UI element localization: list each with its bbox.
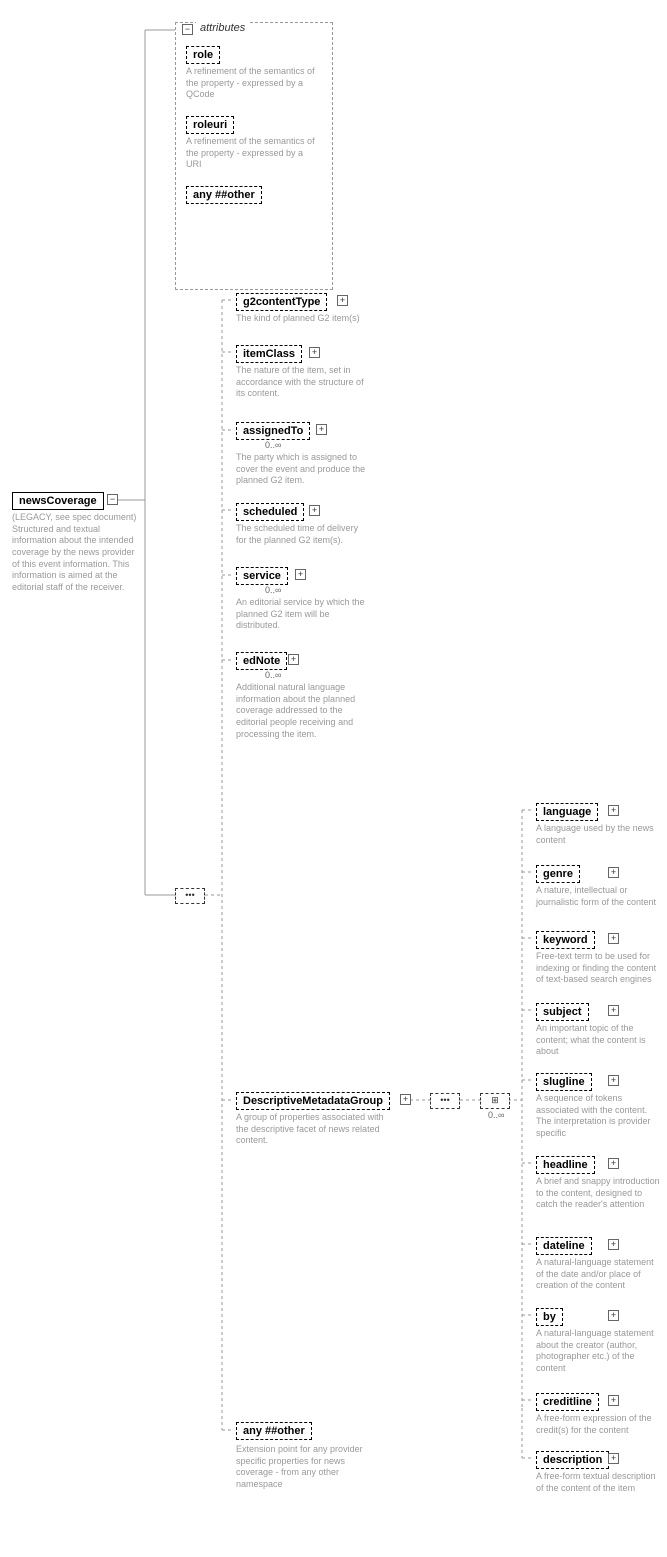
node-creditline[interactable]: creditline xyxy=(536,1393,599,1411)
desc: An important topic of the content; what … xyxy=(536,1023,661,1058)
expand-icon[interactable]: + xyxy=(608,1239,619,1250)
collapse-icon[interactable]: − xyxy=(182,24,193,35)
desc: Free-text term to be used for indexing o… xyxy=(536,951,661,986)
desc: Additional natural language information … xyxy=(236,682,366,740)
label: DescriptiveMetadataGroup xyxy=(243,1095,383,1107)
node-ednote[interactable]: edNote xyxy=(236,652,287,670)
desc: A natural-language statement about the c… xyxy=(536,1328,661,1375)
desc: The nature of the item, set in accordanc… xyxy=(236,365,366,400)
expand-icon[interactable]: + xyxy=(608,1158,619,1169)
cardinality: 0..∞ xyxy=(265,585,281,595)
expand-icon[interactable]: + xyxy=(608,933,619,944)
node-anyother[interactable]: any ##other xyxy=(236,1422,312,1440)
node-description[interactable]: description xyxy=(536,1451,609,1469)
sequence-connector: ••• xyxy=(175,888,205,904)
node-service[interactable]: service xyxy=(236,567,288,585)
cardinality: 0..∞ xyxy=(488,1110,504,1120)
expand-icon[interactable]: + xyxy=(295,569,306,580)
attributes-label: attributes xyxy=(196,22,249,34)
desc-newscoverage: (LEGACY, see spec document) Structured a… xyxy=(12,512,137,594)
label: roleuri xyxy=(193,119,227,131)
expand-icon[interactable]: + xyxy=(288,654,299,665)
attr-anyother[interactable]: any ##other xyxy=(186,186,262,204)
expand-icon[interactable]: + xyxy=(608,1310,619,1321)
desc: The scheduled time of delivery for the p… xyxy=(236,523,366,546)
expand-icon[interactable]: + xyxy=(608,1453,619,1464)
label: any ##other xyxy=(193,189,255,201)
expand-icon[interactable]: + xyxy=(608,1395,619,1406)
expand-icon[interactable]: + xyxy=(316,424,327,435)
node-dmg[interactable]: DescriptiveMetadataGroup xyxy=(236,1092,390,1110)
desc: A nature, intellectual or journalistic f… xyxy=(536,885,661,908)
node-language[interactable]: language xyxy=(536,803,598,821)
attr-roleuri[interactable]: roleuri xyxy=(186,116,234,134)
label: any ##other xyxy=(243,1425,305,1437)
node-slugline[interactable]: slugline xyxy=(536,1073,592,1091)
expand-icon[interactable]: + xyxy=(608,1005,619,1016)
node-scheduled[interactable]: scheduled xyxy=(236,503,304,521)
cardinality: 0..∞ xyxy=(265,440,281,450)
expand-icon[interactable]: + xyxy=(608,867,619,878)
expand-icon[interactable]: + xyxy=(400,1094,411,1105)
desc-anyother: Extension point for any provider specifi… xyxy=(236,1444,366,1491)
label: role xyxy=(193,49,213,61)
node-itemclass[interactable]: itemClass xyxy=(236,345,302,363)
node-dateline[interactable]: dateline xyxy=(536,1237,592,1255)
desc: The party which is assigned to cover the… xyxy=(236,452,366,487)
desc: A free-form textual description of the c… xyxy=(536,1471,661,1494)
sequence-connector: ••• xyxy=(430,1093,460,1109)
desc: A natural-language statement of the date… xyxy=(536,1257,661,1292)
desc: A sequence of tokens associated with the… xyxy=(536,1093,661,1140)
label: newsCoverage xyxy=(19,495,97,507)
node-assignedto[interactable]: assignedTo xyxy=(236,422,310,440)
expand-icon[interactable]: − xyxy=(107,494,118,505)
attr-role[interactable]: role xyxy=(186,46,220,64)
expand-icon[interactable]: + xyxy=(309,347,320,358)
expand-icon[interactable]: + xyxy=(337,295,348,306)
node-keyword[interactable]: keyword xyxy=(536,931,595,949)
expand-icon[interactable]: + xyxy=(608,805,619,816)
expand-icon[interactable]: + xyxy=(608,1075,619,1086)
desc: A language used by the news content xyxy=(536,823,661,846)
node-by[interactable]: by xyxy=(536,1308,563,1326)
desc: The kind of planned G2 item(s) xyxy=(236,313,360,325)
cardinality: 0..∞ xyxy=(265,670,281,680)
desc: A brief and snappy introduction to the c… xyxy=(536,1176,661,1211)
node-g2contenttype[interactable]: g2contentType xyxy=(236,293,327,311)
desc: A free-form expression of the credit(s) … xyxy=(536,1413,661,1436)
expand-icon[interactable]: + xyxy=(309,505,320,516)
choice-connector: ⊞ xyxy=(480,1093,510,1109)
node-subject[interactable]: subject xyxy=(536,1003,589,1021)
node-genre[interactable]: genre xyxy=(536,865,580,883)
desc-dmg: A group of properties associated with th… xyxy=(236,1112,396,1147)
desc: An editorial service by which the planne… xyxy=(236,597,366,632)
node-newscoverage[interactable]: newsCoverage xyxy=(12,492,104,510)
desc-roleuri: A refinement of the semantics of the pro… xyxy=(186,136,316,171)
desc-role: A refinement of the semantics of the pro… xyxy=(186,66,316,101)
node-headline[interactable]: headline xyxy=(536,1156,595,1174)
